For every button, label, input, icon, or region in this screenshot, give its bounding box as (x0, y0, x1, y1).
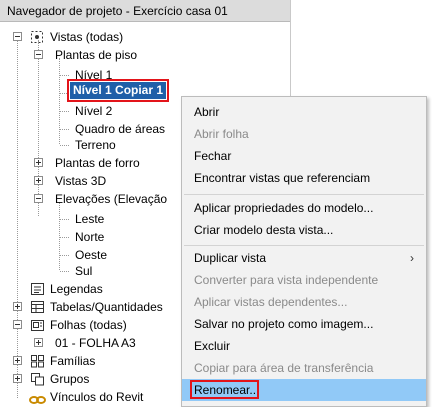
expand-toggle[interactable] (13, 374, 22, 383)
context-menu: Abrir Abrir folha Fechar Encontrar vista… (181, 96, 427, 407)
menu-item-apply-dependent-views[interactable]: Aplicar vistas dependentes... (182, 291, 426, 313)
tree-label: Norte (75, 230, 105, 244)
menu-item-delete[interactable]: Excluir (182, 335, 426, 357)
menu-item-open[interactable]: Abrir (182, 101, 426, 123)
tree-item-floor-plans[interactable]: Plantas de piso (0, 46, 290, 64)
tree-label: Elevações (Elevação (55, 192, 168, 206)
tree-label: Vistas 3D (55, 174, 107, 188)
tree-label: Terreno (75, 138, 116, 152)
menu-item-convert-independent[interactable]: Converter para vista independente (182, 269, 426, 291)
collapse-toggle[interactable] (34, 194, 43, 203)
tree-item-views-all[interactable]: Vistas (todas) (0, 28, 290, 46)
tree-label: Famílias (50, 354, 96, 368)
tree-label: Legendas (50, 282, 103, 296)
schedule-icon (30, 300, 45, 314)
views-icon (30, 30, 45, 44)
menu-item-copy-clipboard[interactable]: Copiar para área de transferência (182, 357, 426, 379)
expand-toggle[interactable] (13, 302, 22, 311)
tree-label: Tabelas/Quantidades (50, 300, 163, 314)
collapse-toggle[interactable] (13, 320, 22, 329)
menu-item-apply-template-properties[interactable]: Aplicar propriedades do modelo... (182, 197, 426, 219)
collapse-toggle[interactable] (34, 50, 43, 59)
legend-icon (30, 282, 45, 296)
expand-toggle[interactable] (13, 356, 22, 365)
expand-toggle[interactable] (34, 158, 43, 167)
tree-label: Vistas (todas) (50, 30, 124, 44)
families-icon (30, 354, 45, 368)
expand-toggle[interactable] (34, 338, 43, 347)
menu-item-rename[interactable]: Renomear... (182, 379, 426, 401)
tree-label: Folhas (todas) (50, 318, 127, 332)
tree-label: Plantas de piso (55, 48, 138, 62)
tree-label: 01 - FOLHA A3 (55, 336, 136, 350)
link-icon (29, 392, 46, 406)
tree-label: Plantas de forro (55, 156, 140, 170)
tree-label: Leste (75, 212, 105, 226)
rename-highlight-box (190, 380, 259, 399)
submenu-arrow-icon: › (410, 251, 414, 265)
groups-icon (30, 372, 45, 386)
menu-item-open-sheet[interactable]: Abrir folha (182, 123, 426, 145)
menu-item-find-referencing-views[interactable]: Encontrar vistas que referenciam (182, 167, 426, 189)
project-browser-title: Navegador de projeto - Exercício casa 01 (0, 0, 290, 22)
sheets-icon (30, 318, 45, 332)
selected-tree-label[interactable]: Nível 1 Copiar 1 (66, 79, 170, 102)
collapse-toggle[interactable] (13, 32, 22, 41)
menu-item-create-template[interactable]: Criar modelo desta vista... (182, 219, 426, 241)
menu-item-label: Duplicar vista (194, 251, 267, 265)
tree-label: Sul (75, 264, 93, 278)
tree-label: Nível 2 (75, 104, 113, 118)
tree-label: Vínculos do Revit (50, 390, 144, 404)
menu-separator (184, 245, 424, 246)
tree-label: Grupos (50, 372, 90, 386)
menu-item-close[interactable]: Fechar (182, 145, 426, 167)
menu-item-save-as-image[interactable]: Salvar no projeto como imagem... (182, 313, 426, 335)
menu-item-duplicate-view[interactable]: Duplicar vista › (182, 247, 426, 269)
expand-toggle[interactable] (34, 176, 43, 185)
menu-separator (184, 194, 424, 195)
